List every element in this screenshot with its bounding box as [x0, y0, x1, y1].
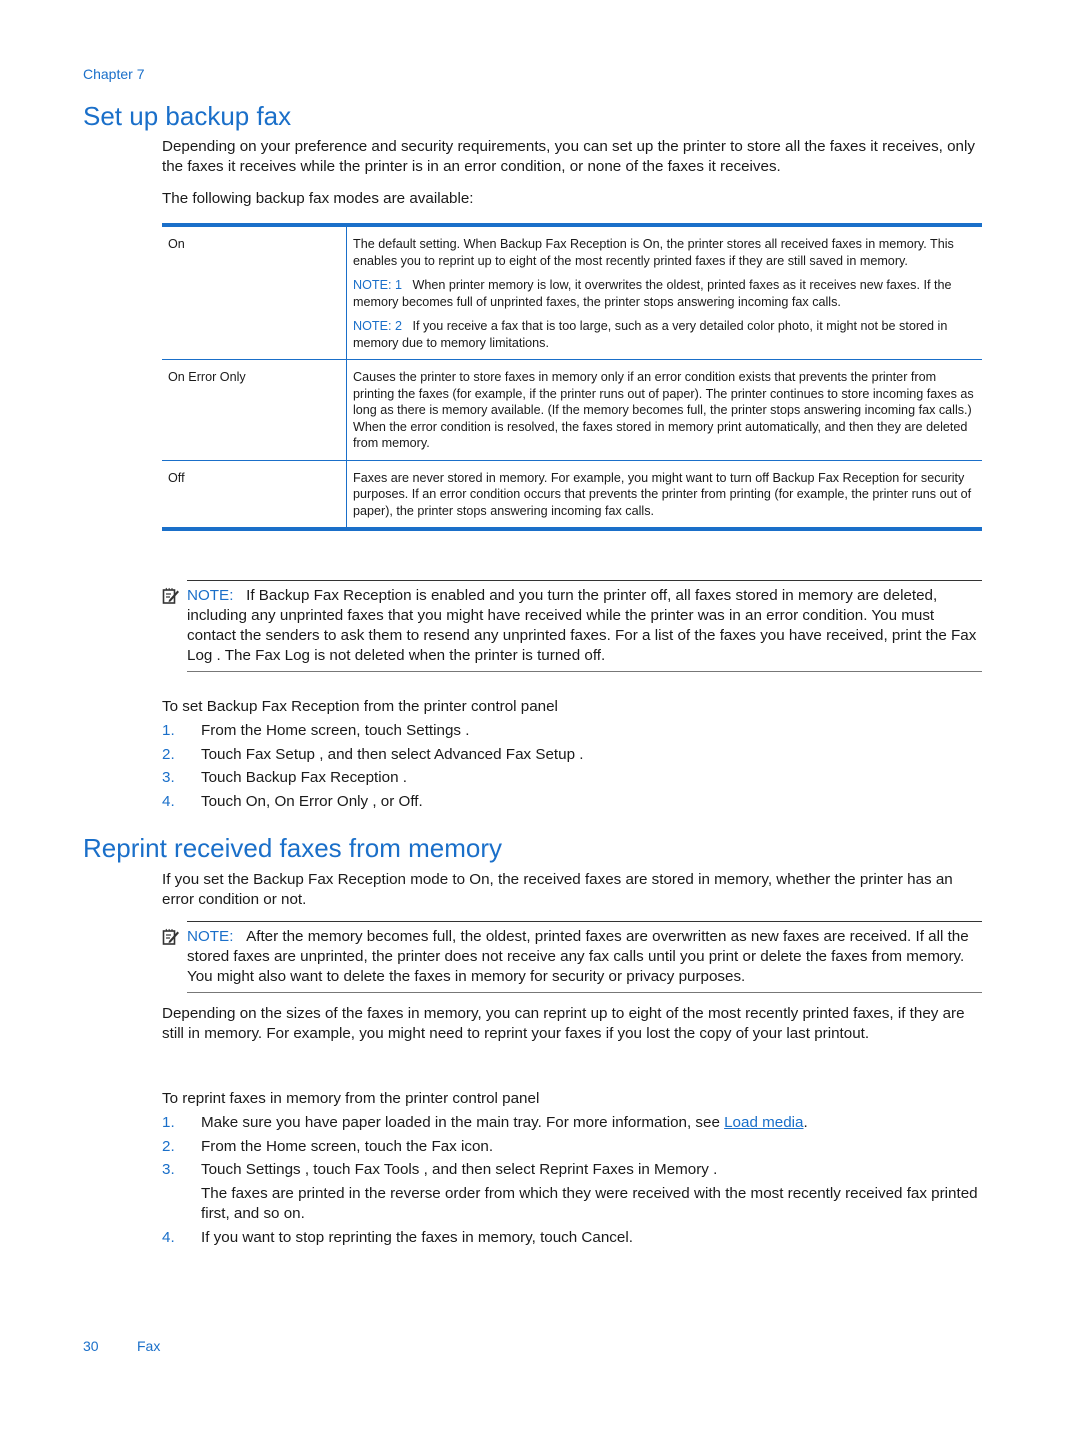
table-note: NOTE: 1 When printer memory is low, it o… [353, 277, 974, 310]
step-number: 2. [162, 745, 175, 763]
step-text: From the Home screen, touch the Fax icon… [201, 1137, 494, 1155]
list-item: 1. Make sure you have paper loaded in the… [162, 1113, 982, 1133]
mode-description-text: The default setting. When Backup Fax Rec… [353, 237, 954, 268]
step-number: 2. [162, 1137, 175, 1155]
reprint-intro-paragraph: If you set the Backup Fax Reception mode… [162, 871, 953, 908]
mode-description-text: Faxes are never stored in memory. For ex… [353, 470, 972, 518]
note-bottom-rule [187, 992, 982, 993]
backup-fax-modes-table: On The default setting. When Backup Fax … [162, 223, 982, 531]
note-bottom-rule [187, 671, 982, 672]
note-body: NOTE: If Backup Fax Reception is enabled… [187, 586, 982, 666]
table-note: NOTE: 2 If you receive a fax that is too… [353, 318, 974, 351]
step-number: 4. [162, 792, 175, 810]
steps-set-backup: 1. From the Home screen, touch Settings .… [162, 721, 982, 815]
procedure-title-reprint: To reprint faxes in memory from the prin… [162, 1090, 540, 1107]
step-text: If you want to stop reprinting the faxes… [201, 1228, 633, 1246]
step-text: Touch Backup Fax Reception . [201, 769, 407, 786]
step-text-end: . [803, 1114, 808, 1131]
footer-section-name: Fax [137, 1338, 161, 1354]
step-text: Touch On, On Error Only , or Off. [201, 792, 423, 810]
load-media-link[interactable]: Load media [724, 1114, 803, 1131]
page-number: 30 [83, 1338, 99, 1354]
step-text: Make sure you have paper loaded in the m… [201, 1114, 725, 1131]
note-memory-full: NOTE: After the memory becomes full, the… [162, 921, 982, 993]
list-item: 4. If you want to stop reprinting the fax… [162, 1228, 982, 1248]
setup-intro-paragraph: Depending on your preference and securit… [162, 138, 975, 175]
note-label: NOTE: [187, 928, 234, 945]
table-row: Off Faxes are never stored in memory. Fo… [162, 459, 982, 529]
step-number: 1. [162, 722, 175, 739]
step-number: 1. [162, 1114, 175, 1131]
list-item: 3. Touch Settings , touch Fax Tools , and… [162, 1160, 982, 1224]
step-text: Touch Settings , touch Fax Tools , and t… [201, 1161, 718, 1178]
note-pencil-icon [162, 587, 179, 604]
mode-description: Faxes are never stored in memory. For ex… [346, 459, 982, 529]
note-label: NOTE: 2 [353, 319, 402, 333]
step-text: From the Home screen, touch Settings . [201, 722, 470, 739]
steps-reprint: 1. Make sure you have paper loaded in the… [162, 1113, 982, 1251]
step-text: Touch Fax Setup , and then select Advanc… [201, 745, 584, 763]
section-title-setup-backup-fax: Set up backup fax [83, 101, 292, 131]
note-body: NOTE: After the memory becomes full, the… [187, 927, 982, 987]
table-row: On The default setting. When Backup Fax … [162, 225, 982, 360]
note-top-rule [187, 921, 982, 922]
note-label: NOTE: [187, 587, 234, 604]
modes-lead-paragraph: The following backup fax modes are avail… [162, 190, 474, 207]
list-item: 1. From the Home screen, touch Settings . [162, 721, 982, 741]
table-row: On Error Only Causes the printer to stor… [162, 359, 982, 460]
mode-description: The default setting. When Backup Fax Rec… [346, 225, 982, 360]
mode-description-text: Causes the printer to store faxes in mem… [353, 370, 974, 450]
step-number: 3. [162, 769, 175, 786]
note-text: When printer memory is low, it overwrite… [353, 278, 952, 309]
list-item: 2. From the Home screen, touch the Fax ic… [162, 1137, 982, 1157]
list-item: 2. Touch Fax Setup , and then select Adva… [162, 745, 982, 765]
mode-name: On Error Only [162, 359, 347, 460]
step-number: 4. [162, 1228, 175, 1246]
note-text: After the memory becomes full, the oldes… [187, 928, 969, 985]
step-result: The faxes are printed in the reverse ord… [201, 1185, 978, 1222]
note-top-rule [187, 580, 982, 581]
note-backup-fax-power-off: NOTE: If Backup Fax Reception is enabled… [162, 580, 982, 672]
mode-name: On [168, 237, 185, 251]
mode-description: Causes the printer to store faxes in mem… [346, 359, 982, 460]
mode-name: Off [162, 459, 347, 529]
note-pencil-icon [162, 928, 179, 945]
reprint-body-paragraph: Depending on the sizes of the faxes in m… [162, 1005, 965, 1042]
note-text: If Backup Fax Reception is enabled and y… [187, 587, 977, 664]
note-text: If you receive a fax that is too large, … [353, 319, 948, 350]
list-item: 3. Touch Backup Fax Reception . [162, 768, 982, 788]
procedure-title-set-backup: To set Backup Fax Reception from the pri… [162, 698, 558, 715]
chapter-label: Chapter 7 [83, 66, 145, 82]
list-item: 4. Touch On, On Error Only , or Off. [162, 792, 982, 812]
note-label: NOTE: 1 [353, 278, 402, 292]
section-title-reprint-faxes: Reprint received faxes from memory [83, 833, 503, 863]
step-number: 3. [162, 1161, 175, 1178]
